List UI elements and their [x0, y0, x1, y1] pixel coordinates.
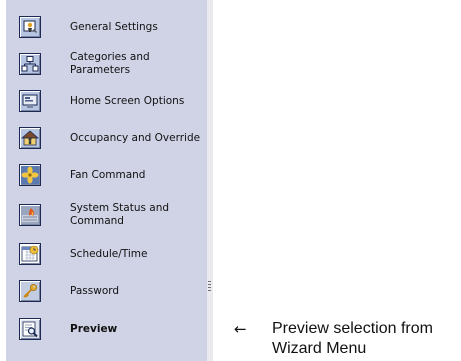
splitter-grip-icon[interactable] — [208, 281, 211, 293]
menu-item-home-screen-options[interactable]: Home Screen Options — [6, 83, 207, 119]
menu-item-label: Home Screen Options — [70, 94, 185, 107]
password-key-icon — [19, 280, 41, 302]
menu-item-general-settings[interactable]: General Settings — [6, 9, 207, 45]
menu-item-label: Occupancy and Override — [70, 131, 201, 144]
menu-item-label: Preview — [70, 322, 118, 335]
menu-item-label: Categories and Parameters — [70, 51, 150, 76]
occupancy-override-icon — [19, 127, 41, 149]
home-screen-options-icon — [19, 90, 41, 112]
callout-caption: Preview selection from Wizard Menu — [272, 320, 433, 357]
menu-item-fan-command[interactable]: Fan Command — [6, 157, 207, 193]
menu-item-password[interactable]: Password — [6, 273, 207, 309]
menu-item-label: System Status and Command — [70, 202, 170, 227]
menu-item-label: Schedule/Time — [70, 247, 148, 260]
fan-command-icon — [19, 164, 41, 186]
menu-item-preview[interactable]: Preview — [6, 311, 207, 347]
schedule-time-icon — [19, 243, 41, 265]
menu-item-occupancy-override[interactable]: Occupancy and Override — [6, 120, 207, 156]
menu-item-label: Fan Command — [70, 168, 146, 181]
system-status-icon — [19, 204, 41, 226]
menu-item-schedule-time[interactable]: Schedule/Time — [6, 236, 207, 272]
menu-item-system-status[interactable]: System Status and Command — [6, 197, 207, 233]
general-settings-icon — [19, 16, 41, 38]
preview-icon — [19, 318, 41, 340]
left-arrow-icon: ← — [234, 320, 247, 338]
menu-item-label: General Settings — [70, 20, 158, 33]
menu-item-label: Password — [70, 284, 120, 297]
menu-item-categories-parameters[interactable]: Categories and Parameters — [6, 46, 207, 82]
categories-parameters-icon — [19, 53, 41, 75]
panel-splitter[interactable] — [207, 0, 213, 361]
